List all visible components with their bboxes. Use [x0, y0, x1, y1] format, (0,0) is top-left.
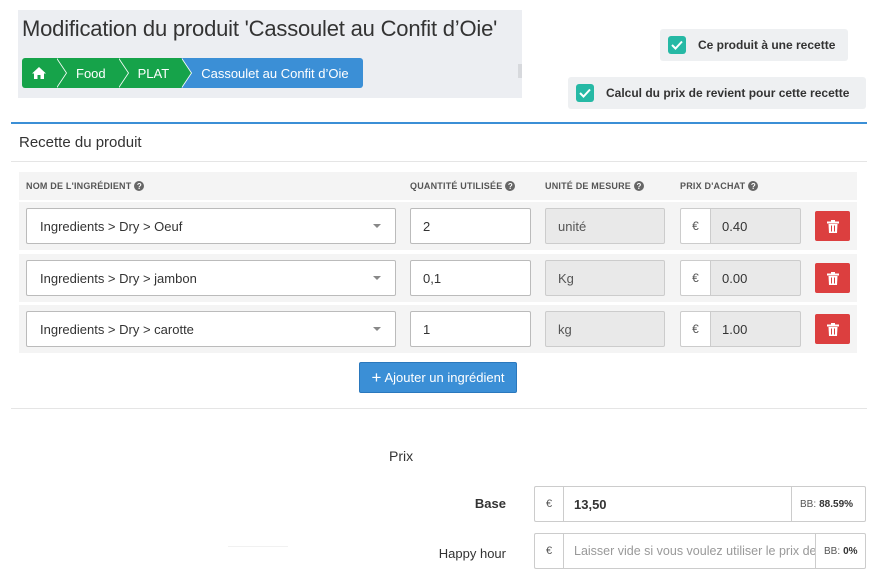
cost-price-label: Calcul du prix de revient pour cette rec…	[606, 86, 850, 100]
ingredient-value: Ingredients > Dry > Oeuf	[40, 218, 183, 234]
table-header: NOM DE L'INGRÉDIENT ? QUANTITÉ UTILISÉE …	[19, 172, 857, 200]
check-icon	[668, 36, 686, 54]
base-price-input[interactable]: 13,50	[563, 486, 792, 522]
price-field: € 0.00	[680, 260, 801, 296]
header-ingredient-label: NOM DE L'INGRÉDIENT	[26, 181, 132, 191]
delete-row-button[interactable]	[815, 263, 850, 293]
header-price: PRIX D'ACHAT ?	[680, 181, 759, 191]
breadcrumb: Food PLAT Cassoulet au Confit d’Oie	[22, 58, 363, 88]
cost-price-checkbox[interactable]: Calcul du prix de revient pour cette rec…	[568, 77, 866, 109]
price-value: 0.00	[710, 260, 801, 296]
add-ingredient-button[interactable]: + Ajouter un ingrédient	[359, 362, 517, 393]
table-row: Ingredients > Dry > carotte 1 kg € 1.00	[19, 305, 857, 353]
divider	[228, 546, 288, 547]
price-field: € 0.40	[680, 208, 801, 244]
happy-hour-label: Happy hour	[438, 546, 506, 561]
header-price-label: PRIX D'ACHAT	[680, 181, 746, 191]
has-recipe-label: Ce produit à une recette	[698, 38, 836, 52]
breadcrumb-item-current: Cassoulet au Confit d’Oie	[181, 58, 363, 88]
happy-hour-group: € Laisser vide si vous voulez utiliser l…	[534, 533, 866, 569]
has-recipe-checkbox[interactable]: Ce produit à une recette	[660, 29, 848, 61]
base-price-group: € 13,50 BB: 88.59%	[534, 486, 866, 522]
help-icon[interactable]: ?	[634, 181, 645, 191]
divider	[11, 408, 867, 409]
header-quantity: QUANTITÉ UTILISÉE ?	[410, 181, 516, 191]
ingredient-value: Ingredients > Dry > carotte	[40, 321, 194, 337]
header-ingredient: NOM DE L'INGRÉDIENT ?	[26, 181, 145, 191]
help-icon[interactable]: ?	[134, 181, 145, 191]
header-divider	[518, 64, 522, 78]
help-icon[interactable]: ?	[505, 181, 516, 191]
currency-addon: €	[680, 208, 710, 244]
delete-row-button[interactable]	[815, 314, 850, 344]
table-row: Ingredients > Dry > jambon 0,1 Kg € 0.00	[19, 254, 857, 302]
price-value: 0.40	[710, 208, 801, 244]
page-title: Modification du produit 'Cassoulet au Co…	[22, 16, 498, 41]
unit-field: kg	[545, 311, 665, 347]
check-icon	[576, 84, 594, 102]
recipe-title: Recette du produit	[19, 134, 142, 151]
table-row: Ingredients > Dry > Oeuf 2 unité € 0.40	[19, 202, 857, 250]
quantity-input[interactable]: 1	[410, 311, 531, 347]
happy-hour-margin-badge: BB: 0%	[816, 533, 866, 569]
ingredient-value: Ingredients > Dry > jambon	[40, 270, 197, 286]
quantity-input[interactable]: 2	[410, 208, 531, 244]
recipe-panel: Recette du produit NOM DE L'INGRÉDIENT ?…	[11, 122, 867, 409]
ingredient-select[interactable]: Ingredients > Dry > Oeuf	[26, 208, 396, 244]
header-unit: UNITÉ DE MESURE ?	[545, 181, 645, 191]
home-icon	[31, 66, 47, 80]
help-icon[interactable]: ?	[748, 181, 759, 191]
add-ingredient-label: Ajouter un ingrédient	[384, 370, 505, 385]
chevron-down-icon	[373, 276, 381, 280]
trash-icon	[826, 271, 839, 285]
bb-value: 88.59%	[819, 498, 854, 510]
price-value: 1.00	[710, 311, 801, 347]
header-quantity-label: QUANTITÉ UTILISÉE	[410, 181, 503, 191]
bb-label: BB:	[824, 545, 841, 557]
unit-field: Kg	[545, 260, 665, 296]
plus-icon: +	[371, 368, 382, 387]
trash-icon	[826, 219, 839, 233]
divider	[11, 161, 867, 162]
quantity-input[interactable]: 0,1	[410, 260, 531, 296]
unit-field: unité	[545, 208, 665, 244]
chevron-down-icon	[373, 224, 381, 228]
delete-row-button[interactable]	[815, 211, 850, 241]
bb-value: 0%	[843, 545, 858, 557]
trash-icon	[826, 322, 839, 336]
base-margin-badge: BB: 88.59%	[792, 486, 866, 522]
bb-label: BB:	[800, 498, 817, 510]
breadcrumb-home[interactable]	[22, 58, 67, 88]
currency-addon: €	[534, 533, 563, 569]
chevron-down-icon	[373, 327, 381, 331]
header-unit-label: UNITÉ DE MESURE	[545, 181, 632, 191]
currency-addon: €	[680, 260, 710, 296]
ingredient-select[interactable]: Ingredients > Dry > jambon	[26, 260, 396, 296]
happy-hour-input[interactable]: Laisser vide si vous voulez utiliser le …	[563, 533, 816, 569]
currency-addon: €	[534, 486, 563, 522]
ingredient-select[interactable]: Ingredients > Dry > carotte	[26, 311, 396, 347]
currency-addon: €	[680, 311, 710, 347]
prix-title: Prix	[389, 448, 414, 464]
base-price-label: Base	[474, 496, 506, 511]
price-field: € 1.00	[680, 311, 801, 347]
